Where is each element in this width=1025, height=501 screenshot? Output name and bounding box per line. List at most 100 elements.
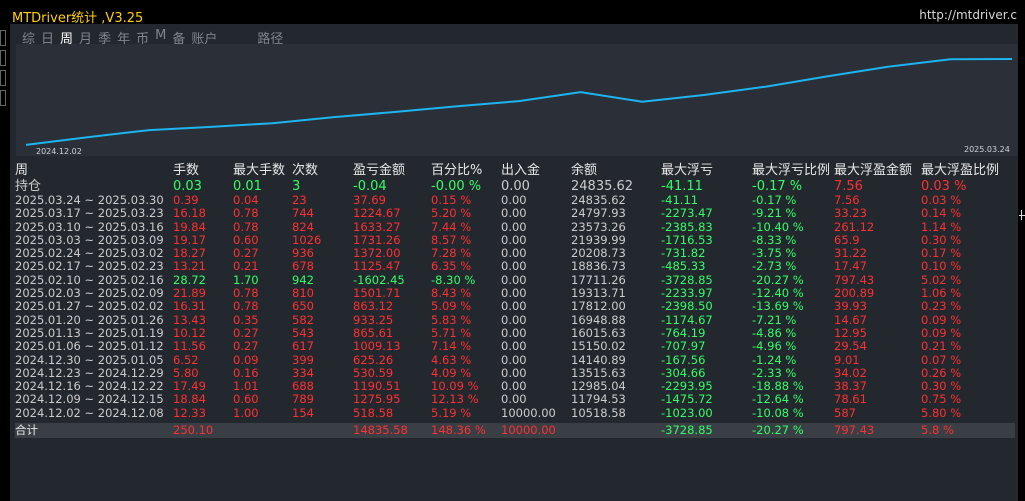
table-cell: -707.97 bbox=[661, 339, 706, 354]
total-cell: 14835.58 bbox=[353, 423, 408, 438]
column-header: 百分比% bbox=[431, 163, 483, 178]
table-cell: -12.64 % bbox=[752, 392, 804, 407]
table-cell: 0.78 bbox=[233, 299, 259, 314]
table-row[interactable]: 2025.03.17 ~ 2025.03.23 16.18 0.78 744 1224.… bbox=[15, 206, 1015, 221]
table-cell: 7.28 % bbox=[431, 246, 472, 261]
toolbar-box[interactable] bbox=[0, 30, 6, 46]
table-cell: 10518.58 bbox=[571, 405, 626, 420]
table-row[interactable]: 2025.03.24 ~ 2025.03.30 0.39 0.04 23 37.69 0.… bbox=[15, 193, 1015, 207]
table-cell: 31.22 bbox=[834, 246, 867, 261]
table-cell: -0.17 % bbox=[752, 193, 797, 207]
table-cell: 0.27 bbox=[233, 246, 259, 261]
table-row[interactable]: 2025.03.10 ~ 2025.03.16 19.84 0.78 824 1633.… bbox=[15, 219, 1015, 234]
table-cell: 19.17 bbox=[173, 232, 206, 247]
table-cell: 17711.26 bbox=[571, 272, 626, 287]
table-row[interactable]: 2025.02.17 ~ 2025.02.23 13.21 0.21 678 1125.… bbox=[15, 259, 1015, 274]
chart-edge-marker bbox=[1021, 210, 1022, 220]
table-cell: 0.00 bbox=[501, 286, 527, 301]
table-cell: 261.12 bbox=[834, 219, 875, 234]
table-cell: 10.12 bbox=[173, 325, 206, 340]
table-row[interactable]: 2024.12.02 ~ 2024.12.08 12.33 1.00 154 518.5… bbox=[15, 405, 1015, 420]
table-cell: 0.03 % bbox=[921, 193, 962, 207]
table-cell: -9.21 % bbox=[752, 206, 797, 221]
table-cell: 24835.62 bbox=[571, 193, 626, 207]
table-cell: -41.11 bbox=[661, 179, 703, 194]
table-row[interactable]: 2024.12.09 ~ 2024.12.15 18.84 0.60 789 1275.… bbox=[15, 392, 1015, 407]
toolbar-box[interactable] bbox=[0, 70, 6, 86]
total-cell: 10000.00 bbox=[501, 423, 556, 438]
toolbar-box[interactable] bbox=[0, 90, 6, 106]
table-cell: 12.33 bbox=[173, 405, 206, 420]
table-cell: -8.30 % bbox=[431, 272, 476, 287]
table-cell: 518.58 bbox=[353, 405, 394, 420]
table-cell: 23 bbox=[292, 193, 307, 207]
left-toolbar-strip bbox=[0, 24, 8, 124]
table-cell: 14140.89 bbox=[571, 352, 626, 367]
table-cell: 0.10 % bbox=[921, 259, 962, 274]
table-cell: 23573.26 bbox=[571, 219, 626, 234]
table-cell: 18.84 bbox=[173, 392, 206, 407]
column-header: 最大浮亏 bbox=[661, 163, 714, 178]
table-row[interactable]: 2025.02.24 ~ 2025.03.02 18.27 0.27 936 1372.… bbox=[15, 246, 1015, 261]
table-cell: -1023.00 bbox=[661, 405, 713, 420]
table-cell: 0.00 bbox=[501, 246, 527, 261]
table-cell: 0.09 % bbox=[921, 325, 962, 340]
table-cell: 863.12 bbox=[353, 299, 394, 314]
table-row[interactable]: 2025.01.20 ~ 2025.01.26 13.43 0.35 582 933.2… bbox=[15, 312, 1015, 327]
table-cell: 1372.00 bbox=[353, 246, 401, 261]
table-cell: 1633.27 bbox=[353, 219, 401, 234]
table-row[interactable]: 2024.12.23 ~ 2024.12.29 5.80 0.16 334 530.59… bbox=[15, 365, 1015, 380]
table-cell: 0.00 bbox=[501, 193, 527, 207]
table-row[interactable]: 2024.12.16 ~ 2024.12.22 17.49 1.01 688 1190.… bbox=[15, 379, 1015, 394]
table-cell: 8.43 % bbox=[431, 286, 472, 301]
table-cell: 65.9 bbox=[834, 232, 860, 247]
table-cell: 0.75 % bbox=[921, 392, 962, 407]
table-cell: 0.00 bbox=[501, 339, 527, 354]
table-cell: 744 bbox=[292, 206, 314, 221]
table-cell: 6.35 % bbox=[431, 259, 472, 274]
toolbar-box[interactable] bbox=[0, 50, 6, 66]
table-cell: 39.93 bbox=[834, 299, 867, 314]
table-cell: 16948.88 bbox=[571, 312, 626, 327]
table-cell: 399 bbox=[292, 352, 314, 367]
table-cell: -304.66 bbox=[661, 365, 706, 380]
table-cell: -2398.50 bbox=[661, 299, 713, 314]
statistics-panel: 综日周月季年币 M 备账户 路径 2024.12.02 2025.03.24 周手数最… bbox=[10, 24, 1018, 501]
week-range: 2025.01.13 ~ 2025.01.19 bbox=[15, 325, 164, 340]
table-cell: 12.95 bbox=[834, 325, 867, 340]
table-row[interactable]: 2024.12.30 ~ 2025.01.05 6.52 0.09 399 625.26… bbox=[15, 352, 1015, 367]
table-cell: 688 bbox=[292, 379, 314, 394]
table-cell: 1.00 bbox=[233, 405, 259, 420]
table-cell: 0.35 bbox=[233, 312, 259, 327]
table-cell: 797.43 bbox=[834, 272, 875, 287]
table-cell: 0.21 % bbox=[921, 339, 962, 354]
week-range: 2024.12.02 ~ 2024.12.08 bbox=[15, 405, 164, 420]
table-cell: 530.59 bbox=[353, 365, 394, 380]
table-cell: 0.30 % bbox=[921, 232, 962, 247]
table-row[interactable]: 2025.01.27 ~ 2025.02.02 16.31 0.78 650 863.1… bbox=[15, 299, 1015, 314]
table-cell: 0.00 bbox=[501, 352, 527, 367]
table-cell: 0.78 bbox=[233, 206, 259, 221]
table-cell: 0.09 % bbox=[921, 312, 962, 327]
table-cell: 0.21 bbox=[233, 259, 259, 274]
table-cell: 0.00 bbox=[501, 179, 530, 194]
table-row[interactable]: 2025.01.13 ~ 2025.01.19 10.12 0.27 543 865.6… bbox=[15, 325, 1015, 340]
table-cell: 0.78 bbox=[233, 219, 259, 234]
total-cell: 797.43 bbox=[834, 423, 875, 438]
website-url[interactable]: http://mtdriver.c bbox=[919, 8, 1017, 22]
table-cell: 4.63 % bbox=[431, 352, 472, 367]
table-cell: 0.00 bbox=[501, 219, 527, 234]
table-cell: -0.04 bbox=[353, 179, 387, 194]
table-row[interactable]: 2025.03.03 ~ 2025.03.09 19.17 0.60 1026 1731… bbox=[15, 232, 1015, 247]
table-row[interactable]: 2025.02.03 ~ 2025.02.09 21.89 0.78 810 1501.… bbox=[15, 286, 1015, 301]
table-cell: 17812.00 bbox=[571, 299, 626, 314]
table-row[interactable]: 2025.02.10 ~ 2025.02.16 28.72 1.70 942 -1602… bbox=[15, 272, 1015, 287]
table-row[interactable]: 2025.01.06 ~ 2025.01.12 11.56 0.27 617 1009.… bbox=[15, 339, 1015, 354]
week-range: 2024.12.23 ~ 2024.12.29 bbox=[15, 365, 164, 380]
table-cell: 0.04 bbox=[233, 193, 259, 207]
table-cell: 0.78 bbox=[233, 286, 259, 301]
table-cell: 1009.13 bbox=[353, 339, 401, 354]
table-cell: -12.40 % bbox=[752, 286, 804, 301]
total-label: 合计 bbox=[15, 423, 38, 438]
table-cell: 0.00 bbox=[501, 312, 527, 327]
